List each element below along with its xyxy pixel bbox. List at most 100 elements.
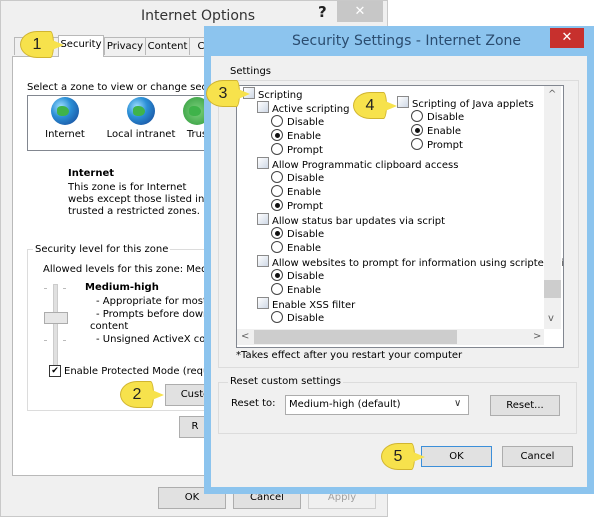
- radio-option[interactable]: Enable: [411, 124, 461, 139]
- allowed-levels-label: Allowed levels for this zone: Mediur: [43, 264, 221, 275]
- close-icon: ✕: [354, 4, 366, 19]
- reset-to-select[interactable]: Medium-high (default): [285, 395, 469, 415]
- tab-privacy[interactable]: Privacy: [104, 37, 146, 55]
- option-label: Enable: [287, 187, 322, 198]
- slider-tick: [44, 288, 47, 289]
- radio-option[interactable]: Prompt: [271, 199, 323, 214]
- zone-prompt-label: Select a zone to view or change securi: [27, 82, 221, 93]
- zone-local-intranet[interactable]: Local intranet: [104, 97, 178, 140]
- callout-1: 1: [20, 31, 64, 58]
- security-level-slider[interactable]: [53, 284, 58, 366]
- radio-option[interactable]: Disable: [271, 171, 324, 186]
- settings-tree[interactable]: Scripting Active scripting Disable Enabl…: [236, 85, 564, 348]
- protected-mode-label: Enable Protected Mode (require: [64, 366, 223, 377]
- radio-option[interactable]: Disable: [271, 115, 324, 130]
- radio-option[interactable]: Prompt: [271, 143, 323, 158]
- radio-selected-icon: [271, 129, 283, 141]
- option-label: Prompt: [287, 145, 323, 156]
- zone-internet[interactable]: Internet: [40, 97, 90, 140]
- slider-tick: [63, 340, 66, 341]
- zone-label: Internet: [45, 129, 85, 140]
- radio-option[interactable]: Enable: [271, 283, 321, 298]
- level-desc-line: - Unsigned ActiveX cont: [96, 333, 216, 345]
- reset-button[interactable]: Reset...: [490, 395, 560, 416]
- option-label: Enable: [287, 131, 322, 142]
- radio-icon: [271, 283, 283, 295]
- setting-icon: [257, 101, 269, 113]
- setting-label: Allow websites to prompt for information…: [272, 258, 564, 269]
- slider-tick: [44, 340, 47, 341]
- radio-selected-icon: [271, 269, 283, 281]
- option-label: Enable: [287, 285, 322, 296]
- chevron-down-icon: ∨: [454, 398, 462, 409]
- radio-selected-icon: [411, 124, 423, 136]
- option-label: Enable: [287, 243, 322, 254]
- option-label: Disable: [287, 271, 325, 282]
- setting-icon: [397, 96, 409, 108]
- horizontal-scroll-thumb[interactable]: [254, 330, 457, 344]
- security-level-legend: Security level for this zone: [33, 244, 171, 255]
- option-label: Disable: [287, 313, 325, 324]
- option-label: Enable: [427, 126, 462, 137]
- level-desc-line: - Appropriate for most w: [96, 296, 219, 307]
- vertical-scroll-thumb[interactable]: [544, 280, 561, 298]
- level-description: - Appropriate for most w - Prompts befor…: [90, 296, 219, 346]
- slider-tick: [63, 288, 66, 289]
- setting-icon: [257, 255, 269, 267]
- slider-thumb[interactable]: [44, 312, 68, 324]
- close-button[interactable]: ✕: [337, 1, 383, 22]
- radio-option[interactable]: Enable: [271, 129, 321, 144]
- tab-content[interactable]: Content: [145, 37, 190, 55]
- radio-option[interactable]: Disable: [271, 311, 324, 326]
- radio-icon: [271, 241, 283, 253]
- radio-icon: [271, 115, 283, 127]
- radio-selected-icon: [271, 227, 283, 239]
- option-label: Disable: [287, 229, 325, 240]
- setting-label: Scripting of Java applets: [412, 99, 534, 110]
- zone-label: Local intranet: [106, 129, 176, 140]
- setting-icon: [257, 157, 269, 169]
- ok-button[interactable]: OK: [421, 446, 492, 467]
- radio-option[interactable]: Enable: [271, 241, 321, 256]
- window-title: Internet Options: [141, 8, 256, 24]
- option-label: Disable: [287, 173, 325, 184]
- option-label: Disable: [427, 112, 465, 123]
- intranet-globe-icon: [127, 97, 155, 125]
- level-desc-line: content: [90, 321, 129, 332]
- cancel-button[interactable]: Cancel: [502, 446, 573, 467]
- reset-to-label: Reset to:: [231, 398, 276, 409]
- setting-label: Allow Programmatic clipboard access: [272, 160, 459, 171]
- category-label: Scripting: [258, 90, 303, 101]
- callout-2: 2: [120, 381, 164, 408]
- radio-option[interactable]: Enable: [271, 185, 321, 200]
- globe-icon: [51, 97, 79, 125]
- option-label: Disable: [287, 117, 325, 128]
- radio-icon: [271, 171, 283, 183]
- radio-option[interactable]: Disable: [271, 269, 324, 284]
- scroll-right-icon[interactable]: >: [533, 331, 541, 342]
- setting-label: Active scripting: [272, 104, 350, 115]
- radio-option[interactable]: Disable: [411, 110, 464, 125]
- callout-5: 5: [381, 443, 425, 470]
- radio-icon: [271, 143, 283, 155]
- protected-mode-checkbox[interactable]: ✔ Enable Protected Mode (require: [49, 365, 222, 377]
- option-label: Prompt: [287, 201, 323, 212]
- radio-icon: [411, 110, 423, 122]
- level-desc-line: - Prompts before downl: [96, 308, 213, 320]
- checkmark-icon: ✔: [49, 365, 61, 377]
- tab-security[interactable]: Security: [58, 35, 104, 57]
- option-label: Prompt: [427, 140, 463, 151]
- radio-option[interactable]: Prompt: [411, 138, 463, 153]
- scroll-left-icon[interactable]: <: [241, 331, 249, 342]
- radio-selected-icon: [271, 199, 283, 211]
- radio-option[interactable]: Disable: [271, 227, 324, 242]
- help-button[interactable]: ?: [318, 3, 327, 21]
- close-icon: ✕: [561, 30, 573, 45]
- setting-icon: [257, 213, 269, 225]
- scroll-down-icon[interactable]: v: [548, 313, 554, 324]
- close-button[interactable]: ✕: [550, 28, 584, 48]
- selected-zone-name: Internet: [68, 168, 115, 179]
- scroll-up-icon[interactable]: ^: [548, 89, 556, 100]
- radio-icon: [411, 138, 423, 150]
- setting-label: Allow status bar updates via script: [272, 216, 446, 227]
